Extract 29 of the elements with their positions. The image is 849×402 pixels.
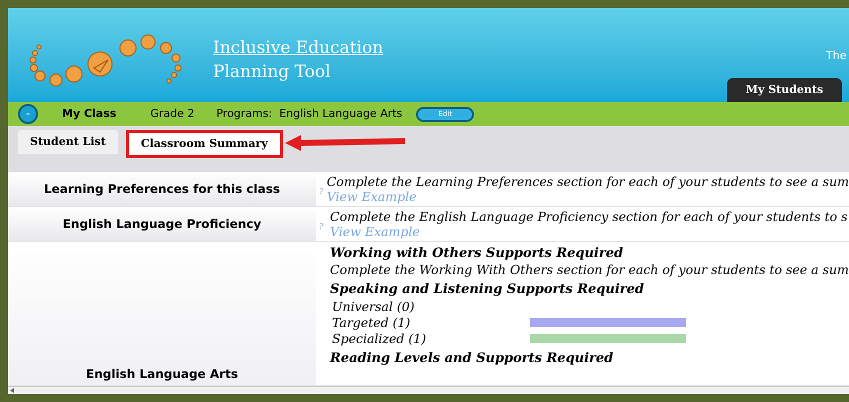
view-example-link[interactable]: View Example <box>326 189 416 204</box>
section-heading: Working with Others Supports Required <box>330 246 624 262</box>
view-example-link[interactable]: View Example <box>330 224 420 239</box>
section-heading: Speaking and Listening Supports Required <box>330 282 645 298</box>
header-text: The <box>826 48 846 64</box>
scroll-left-icon[interactable] <box>10 388 14 393</box>
section-heading: Reading Levels and Supports Required <box>330 351 614 367</box>
level-label: Universal (0) <box>331 298 416 314</box>
collapse-button[interactable]: - <box>18 104 38 124</box>
grade-text: Grade 2 <box>150 106 194 122</box>
message-text: Complete the English Language Proficiency section for each of your students to s <box>330 209 848 224</box>
help-icon[interactable]: ? <box>316 209 330 239</box>
tab[interactable]: Classroom Summary <box>126 130 283 158</box>
row-label: Learning Preferences for this class <box>44 181 280 198</box>
row-label: English Language Proficiency <box>62 216 262 233</box>
message-text: Complete the Learning Preferences section for each of your students to see a sum <box>326 174 849 189</box>
class-label: My Class <box>62 106 116 122</box>
level-label: Specialized (1) <box>331 330 428 346</box>
help-icon[interactable]: ? <box>316 174 327 204</box>
row-label: English Language Arts <box>86 366 238 383</box>
tab[interactable]: Student List <box>18 130 118 154</box>
nav-tab[interactable]: My Students <box>727 78 842 102</box>
app-subtitle: Planning Tool <box>213 61 332 84</box>
app-title-link[interactable]: Inclusive Education <box>213 36 384 60</box>
horizontal-scrollbar[interactable] <box>8 386 849 394</box>
programs-text: Programs: English Language Arts <box>216 106 402 122</box>
message-text: Complete the Working With Others section for each of your students to see a sum <box>330 262 849 277</box>
level-label: Targeted (1) <box>331 314 412 330</box>
arrow-icon <box>284 134 407 152</box>
